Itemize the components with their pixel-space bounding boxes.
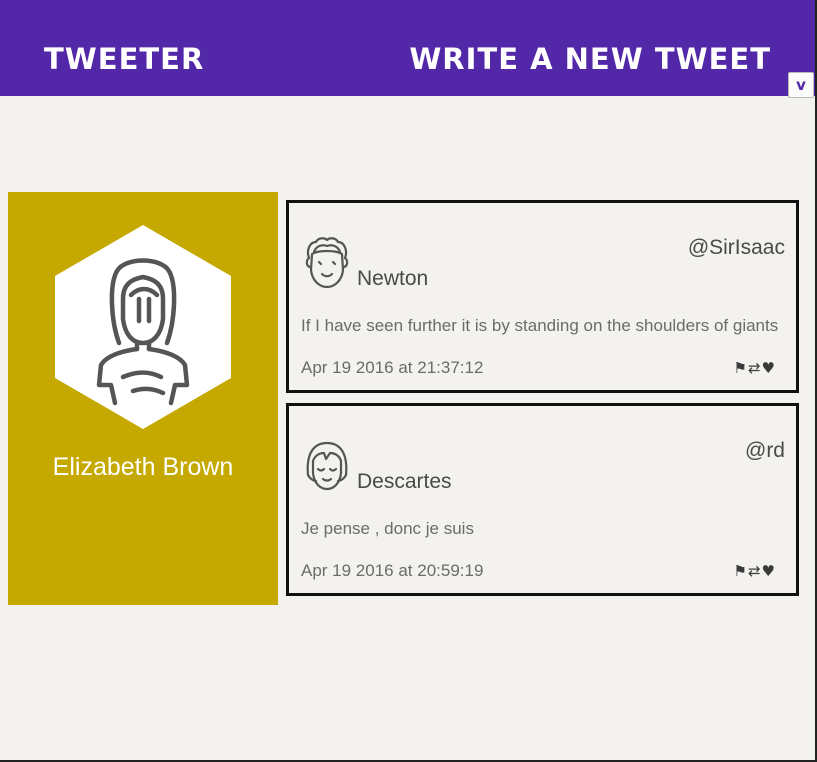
tweet-author-name: Descartes — [357, 470, 452, 493]
write-new-tweet-button[interactable]: Write a new tweet — [409, 40, 771, 78]
flag-icon[interactable]: ⚑ — [734, 358, 747, 378]
flag-icon[interactable]: ⚑ — [734, 561, 747, 581]
tweet-text: If I have seen further it is by standing… — [301, 316, 779, 335]
curly-hair-man-avatar-icon — [305, 237, 349, 289]
retweet-icon[interactable]: ⇄ — [748, 561, 761, 581]
tweet-author-handle: @SirIsaac — [687, 236, 785, 259]
woman-avatar-icon — [55, 225, 231, 429]
tweet-card: Newton @SirIsaac If I have seen further … — [286, 200, 799, 393]
retweet-icon[interactable]: ⇄ — [748, 358, 761, 378]
tweet-timestamp: Apr 19 2016 at 20:59:19 — [301, 561, 484, 580]
top-nav: Tweeter Write a new tweet — [0, 0, 815, 96]
bangs-avatar-icon — [306, 441, 348, 491]
tweet-text: Je pense , donc je suis — [301, 519, 474, 538]
heart-icon[interactable]: ♥ — [762, 561, 775, 581]
tweet-author-name: Newton — [357, 267, 429, 290]
profile-card: Elizabeth Brown — [8, 192, 278, 605]
tweet-author-handle: @rd — [745, 439, 785, 462]
profile-name: Elizabeth Brown — [52, 453, 234, 481]
tweet-card: Descartes @rd Je pense , donc je suis Ap… — [286, 403, 799, 596]
tweet-actions: ⚑ ⇄ ♥ — [734, 561, 775, 581]
tweet-actions: ⚑ ⇄ ♥ — [734, 358, 775, 378]
brand-logo[interactable]: Tweeter — [44, 40, 204, 78]
toggle-compose-button[interactable]: v — [788, 72, 814, 98]
tweet-timestamp: Apr 19 2016 at 21:37:12 — [301, 358, 484, 377]
heart-icon[interactable]: ♥ — [762, 358, 775, 378]
